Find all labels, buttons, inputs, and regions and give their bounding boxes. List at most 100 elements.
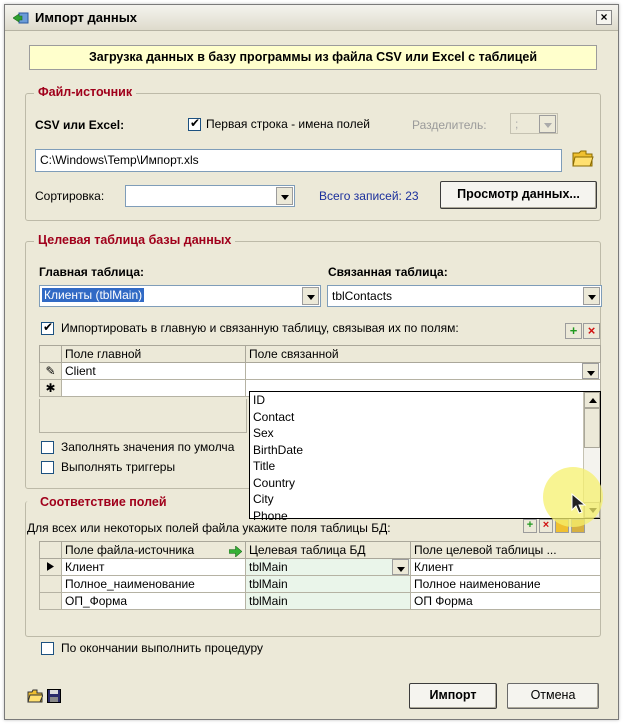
link-grid: Поле главной Поле связанной ✎ Client ✱ [39, 345, 601, 397]
new-row-icon: ✱ [39, 379, 62, 397]
grid-header-linked: Поле связанной [245, 345, 601, 363]
csv-excel-label: CSV или Excel: [35, 118, 125, 132]
delete-mapping-button[interactable]: × [539, 519, 553, 533]
source-group-legend: Файл-источник [34, 85, 137, 99]
chevron-down-icon[interactable] [302, 287, 319, 305]
table-row[interactable]: Полное_наименование tblMain Полное наиме… [39, 575, 601, 593]
mapping-grid: Поле файла-источника Целевая таблица БД … [39, 541, 601, 610]
sort-label: Сортировка: [35, 189, 105, 203]
grid-header-main: Поле главной [61, 345, 246, 363]
linked-table-select[interactable]: tblContacts [327, 285, 602, 307]
mapping-cell-source[interactable]: Полное_наименование [61, 575, 246, 593]
scroll-thumb[interactable] [584, 408, 600, 448]
main-table-value: Клиенты (tblMain) [42, 288, 145, 302]
plus-icon: + [569, 323, 578, 338]
list-item[interactable]: Title [250, 458, 600, 475]
mapping-header-source: Поле файла-источника [61, 541, 246, 559]
grid-cell-main[interactable]: Client [61, 362, 246, 380]
linked-table-value: tblContacts [332, 289, 393, 303]
separator-label: Разделитель: [412, 118, 487, 132]
list-item[interactable]: BirthDate [250, 442, 600, 459]
add-mapping-button[interactable]: + [523, 519, 537, 533]
records-count: Всего записей: 23 [319, 189, 419, 203]
run-procedure-label: По окончании выполнить процедуру [61, 641, 264, 655]
open-folder-icon[interactable] [572, 148, 594, 168]
list-item[interactable]: Contact [250, 409, 600, 426]
import-button[interactable]: Импорт [409, 683, 497, 709]
table-row[interactable]: ОП_Форма tblMain ОП Форма [39, 592, 601, 610]
chevron-down-icon[interactable] [392, 559, 409, 575]
file-path-input[interactable]: C:\Windows\Temp\Импорт.xls [35, 149, 562, 172]
first-row-label: Первая строка - имена полей [206, 117, 370, 131]
mapping-hint: Для всех или некоторых полей файла укажи… [27, 521, 391, 535]
main-table-label: Главная таблица: [39, 265, 144, 279]
sort-select[interactable] [125, 185, 295, 207]
run-triggers-checkbox[interactable] [41, 461, 54, 474]
chevron-down-icon[interactable] [276, 187, 293, 205]
delete-link-button[interactable]: × [583, 323, 600, 339]
plus-icon: + [526, 519, 534, 531]
mapping-cell-field[interactable]: Полное наименование [410, 575, 601, 593]
run-procedure-checkbox[interactable] [41, 642, 54, 655]
mapping-cell-table[interactable]: tblMain [245, 575, 411, 593]
delete-x-icon: × [542, 519, 550, 531]
mapping-header-field: Поле целевой таблицы ... [410, 541, 601, 559]
import-arrow-icon [13, 12, 29, 24]
mapping-header-source-label: Поле файла-источника [65, 543, 195, 557]
mapping-cell-table-value: tblMain [249, 560, 288, 574]
mapping-group-legend: Соответствие полей [36, 495, 171, 509]
list-item[interactable]: Sex [250, 425, 600, 442]
mapping-cell-table[interactable]: tblMain [245, 592, 411, 610]
close-icon: × [600, 10, 608, 24]
preview-data-label: Просмотр данных... [457, 187, 580, 201]
mapping-cell-field[interactable]: Клиент [410, 558, 601, 576]
table-row[interactable]: Клиент tblMain Клиент [39, 558, 601, 576]
edit-row-icon: ✎ [39, 362, 62, 380]
grid-cell-main[interactable] [61, 379, 246, 397]
cancel-button[interactable]: Отмена [507, 683, 599, 709]
link-tables-checkbox[interactable] [41, 320, 54, 335]
first-row-checkbox[interactable] [188, 116, 201, 131]
fill-defaults-label: Заполнять значения по умолча [61, 440, 235, 454]
row-indicator [39, 575, 62, 593]
mapping-cell-field[interactable]: ОП Форма [410, 592, 601, 610]
fill-defaults-checkbox[interactable] [41, 441, 54, 454]
window-title: Импорт данных [35, 10, 138, 25]
mouse-pointer-icon [571, 493, 587, 514]
grid-corner [39, 345, 62, 363]
close-button[interactable]: × [596, 10, 612, 25]
mapping-grid-corner [39, 541, 62, 559]
cancel-button-label: Отмена [530, 688, 576, 702]
table-row[interactable]: ✎ Client [39, 362, 601, 380]
link-tables-label: Импортировать в главную и связанную табл… [61, 321, 459, 335]
row-indicator [39, 592, 62, 610]
chevron-down-icon[interactable] [582, 363, 599, 379]
open-folder-icon[interactable] [27, 689, 43, 703]
import-dialog: Импорт данных × Загрузка данных в базу п… [4, 4, 619, 720]
scroll-up-icon[interactable] [584, 392, 600, 408]
delete-x-icon: × [587, 323, 596, 338]
mapping-cell-source[interactable]: Клиент [61, 558, 246, 576]
separator-select[interactable]: ; [510, 113, 558, 134]
title-bar: Импорт данных × [5, 5, 618, 31]
mapping-cell-source[interactable]: ОП_Форма [61, 592, 246, 610]
green-arrow-icon [229, 546, 242, 557]
current-row-arrow-icon [39, 558, 62, 576]
mapping-header-table: Целевая таблица БД [245, 541, 411, 559]
chevron-down-icon[interactable] [583, 287, 600, 305]
main-table-select[interactable]: Клиенты (tblMain) [39, 285, 321, 307]
save-icon[interactable] [47, 689, 61, 703]
list-item[interactable]: ID [250, 392, 600, 409]
linked-table-label: Связанная таблица: [328, 265, 448, 279]
target-group-legend: Целевая таблица базы данных [34, 233, 236, 247]
mapping-cell-table[interactable]: tblMain [245, 558, 411, 576]
file-path-value: C:\Windows\Temp\Импорт.xls [40, 153, 199, 167]
link-grid-empty-area [39, 399, 247, 433]
preview-data-button[interactable]: Просмотр данных... [440, 181, 597, 209]
add-link-button[interactable]: + [565, 323, 582, 339]
run-triggers-label: Выполнять триггеры [61, 460, 176, 474]
grid-cell-linked[interactable] [245, 362, 601, 380]
import-button-label: Импорт [429, 688, 477, 702]
chevron-down-icon[interactable] [539, 115, 556, 133]
separator-value: ; [515, 117, 519, 131]
